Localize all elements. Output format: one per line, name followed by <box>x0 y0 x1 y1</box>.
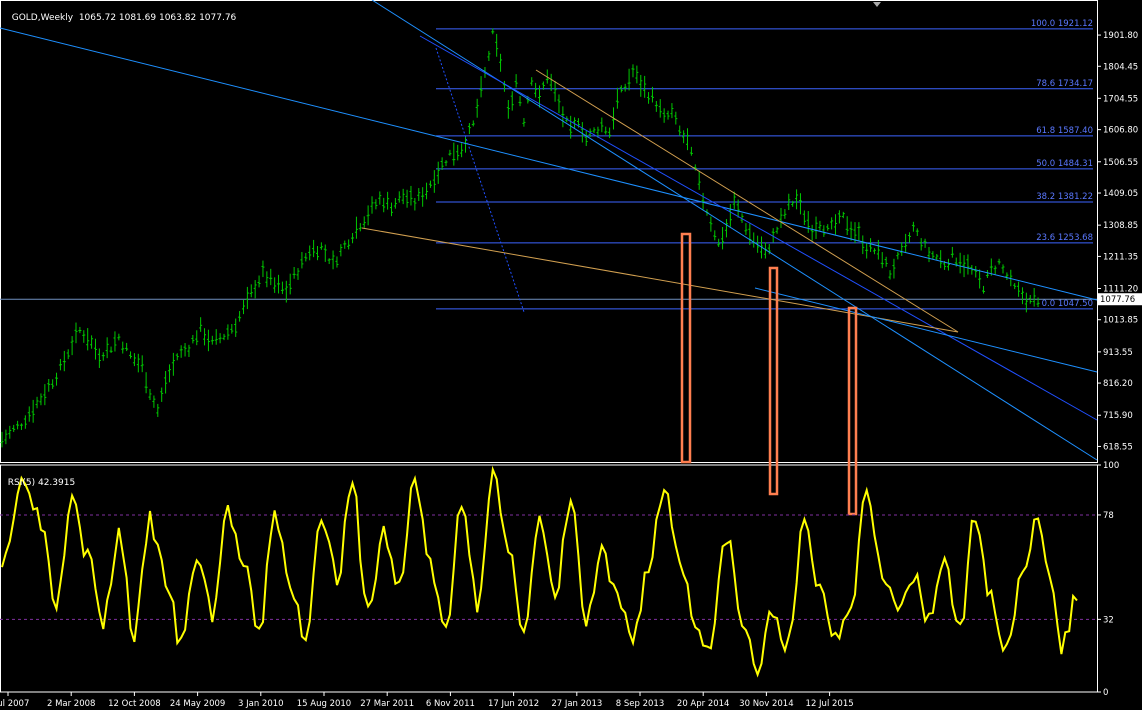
time-axis-tick-label: 27 Mar 2011 <box>360 699 414 709</box>
rsi-line <box>1 465 1078 678</box>
fib-level-label: 0.0 1047.50 <box>1042 299 1093 309</box>
trading-chart[interactable]: 1901.80 1804.45 1704.55 1606.80 1506.55 1409.… <box>0 0 1142 710</box>
price-axis-tick-label: 1704.55 <box>1103 94 1138 104</box>
highlight-box <box>847 306 858 516</box>
time-axis-tick-label: 15 Aug 2010 <box>297 699 351 709</box>
trendline-long-cyan <box>0 27 1098 301</box>
rsi-axis-tick-label: 0 <box>1103 688 1108 698</box>
rsi-title: RSI(5) 42.3915 <box>2 468 75 488</box>
price-axis-tick-label: 1506.55 <box>1103 158 1138 168</box>
price-axis-tick-label: 618.55 <box>1103 442 1133 452</box>
price-axis-tick-label: 1308.85 <box>1103 221 1138 231</box>
time-axis-tick-label: 12 Jul 2015 <box>806 699 854 709</box>
fib-level-label: 23.6 1253.68 <box>1036 233 1093 243</box>
trendline-steep-cyan <box>371 0 1098 461</box>
time-axis-tick-label: 8 Sep 2013 <box>616 699 664 709</box>
highlight-box <box>768 266 779 496</box>
price-axis-tick-label: 913.55 <box>1103 348 1133 358</box>
price-axis-tick-label: 816.20 <box>1103 379 1133 389</box>
time-axis-tick-label: 6 Nov 2011 <box>426 699 475 709</box>
scroll-marker-icon <box>873 2 881 7</box>
time-axis-tick-label: 20 Apr 2014 <box>677 699 730 709</box>
time-axis-tick-label: 2 Jul 2007 <box>0 699 29 709</box>
price-panel-frame <box>0 0 1098 463</box>
time-axis-tick-label: 12 Oct 2008 <box>108 699 161 709</box>
time-axis-tick-label: 24 May 2009 <box>170 699 225 709</box>
trendline-channel-blue <box>419 35 1098 421</box>
price-axis-tick-label: 1013.85 <box>1103 316 1138 326</box>
price-axis-tick-label: 1804.45 <box>1103 62 1138 72</box>
price-axis-tick-label: 1606.80 <box>1103 126 1138 136</box>
time-axis-tick-label: 17 Jun 2012 <box>488 699 539 709</box>
fib-level-label: 50.0 1484.31 <box>1036 159 1093 169</box>
highlight-box <box>680 232 692 464</box>
last-price-label: 1077.76 <box>1100 295 1135 305</box>
time-axis-tick-label: 2 Mar 2008 <box>47 699 95 709</box>
time-axis-tick-label: 30 Nov 2014 <box>739 699 793 709</box>
rsi-axis-tick-label: 100 <box>1103 461 1119 471</box>
fib-level-label: 38.2 1381.22 <box>1036 192 1093 202</box>
fib-level-label: 61.8 1587.40 <box>1036 126 1093 136</box>
rsi-axis-tick-label: 78 <box>1103 511 1114 521</box>
fib-level-label: 78.6 1734.17 <box>1036 79 1093 89</box>
price-axis-tick-label: 1111.20 <box>1103 285 1138 295</box>
time-axis-tick-label: 27 Jan 2013 <box>551 699 602 709</box>
rsi-axis-tick-label: 32 <box>1103 615 1114 625</box>
trendline-upper-orange <box>535 69 959 333</box>
fib-level-label: 100.0 1921.12 <box>1031 19 1093 29</box>
price-axis-tick-label: 1211.35 <box>1103 252 1138 262</box>
price-axis-tick-label: 715.90 <box>1103 411 1133 421</box>
time-axis-tick-label: 3 Jan 2010 <box>238 699 284 709</box>
price-axis-tick-label: 1901.80 <box>1103 31 1138 41</box>
chart-title: GOLD,Weekly 1065.72 1081.69 1063.82 1077… <box>6 3 237 23</box>
chart-ohlc: 1065.72 1081.69 1063.82 1077.76 <box>78 13 237 23</box>
price-axis-tick-label: 1409.05 <box>1103 189 1138 199</box>
chart-symbol: GOLD,Weekly <box>11 13 74 23</box>
rsi-label: RSI(5) 42.3915 <box>7 478 76 488</box>
